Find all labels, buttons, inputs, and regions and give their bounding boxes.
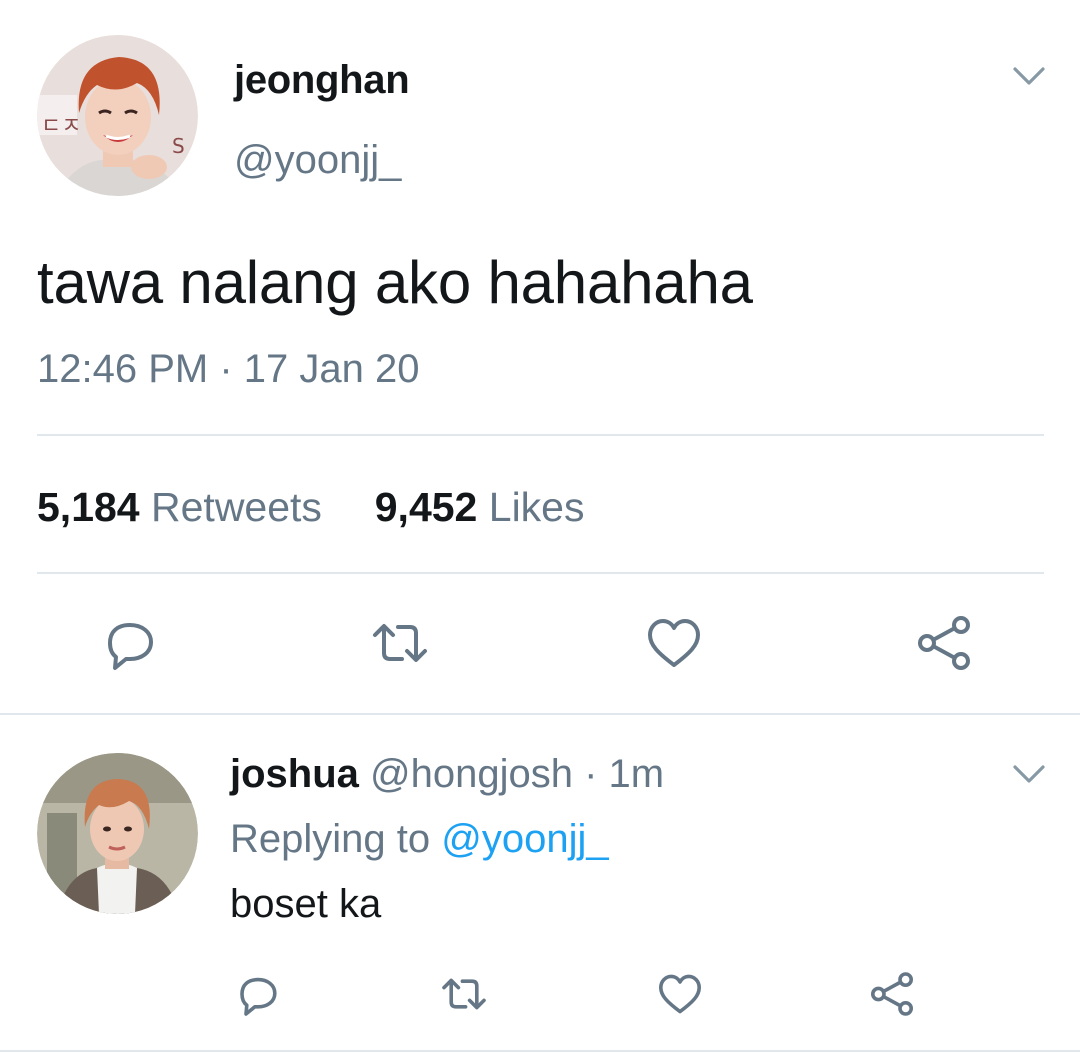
- reply-text: boset ka: [230, 882, 382, 926]
- replying-to: Replying to @yoonjj_: [230, 817, 609, 862]
- share-nodes-icon[interactable]: [914, 613, 974, 673]
- likes-stat[interactable]: 9,452 Likes: [375, 484, 585, 530]
- heart-icon[interactable]: [644, 613, 704, 673]
- tweet-text: tawa nalang ako hahahaha: [37, 249, 753, 316]
- replying-prefix: Replying to: [230, 817, 431, 861]
- divider: [37, 572, 1044, 574]
- tweet-stats: 5,184 Retweets 9,452 Likes: [37, 484, 584, 531]
- reply-author-handle[interactable]: @hongjosh: [370, 752, 573, 796]
- retweet-arrows-icon[interactable]: [440, 970, 488, 1018]
- retweets-label: Retweets: [151, 484, 322, 530]
- likes-label: Likes: [488, 484, 585, 530]
- divider: [0, 1050, 1080, 1052]
- reply-header: joshua @hongjosh · 1m: [230, 752, 664, 797]
- chevron-down-icon[interactable]: [1012, 762, 1046, 786]
- reply-bubble-icon[interactable]: [234, 970, 282, 1018]
- reply-author-name[interactable]: joshua: [230, 752, 359, 796]
- svg-text:ㄷㅈ: ㄷㅈ: [41, 114, 81, 139]
- tweet-author-name[interactable]: jeonghan: [234, 58, 410, 103]
- reply-time[interactable]: · 1m: [584, 752, 664, 796]
- avatar-jeonghan[interactable]: ㄷㅈ S: [37, 35, 198, 196]
- share-nodes-icon[interactable]: [868, 970, 916, 1018]
- replying-mention-link[interactable]: @yoonjj_: [441, 817, 608, 861]
- retweet-arrows-icon[interactable]: [370, 613, 430, 673]
- likes-count: 9,452: [374, 484, 478, 530]
- retweets-count: 5,184: [37, 484, 140, 530]
- heart-icon[interactable]: [656, 970, 704, 1018]
- chevron-down-icon[interactable]: [1012, 64, 1046, 88]
- retweets-stat[interactable]: 5,184 Retweets: [37, 484, 333, 530]
- reply-bubble-icon[interactable]: [100, 613, 160, 673]
- avatar-joshua[interactable]: [37, 753, 198, 914]
- svg-text:S: S: [172, 134, 185, 158]
- divider: [37, 434, 1044, 436]
- divider: [0, 713, 1080, 715]
- tweet-timestamp[interactable]: 12:46 PM · 17 Jan 20: [37, 347, 419, 392]
- tweet-author-handle[interactable]: @yoonjj_: [234, 138, 401, 183]
